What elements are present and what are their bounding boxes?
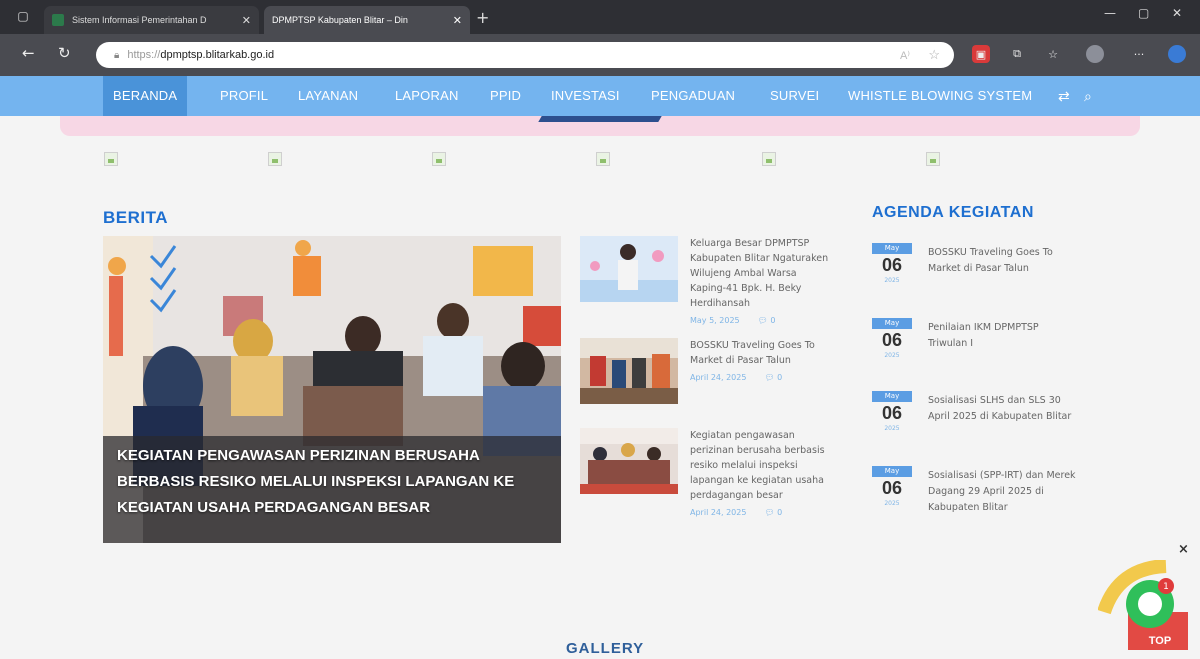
agenda-day: 06: [881, 330, 903, 350]
minimize-icon[interactable]: —: [1104, 6, 1116, 20]
tab-title: DPMPTSP Kabupaten Blitar – Din: [272, 15, 408, 25]
agenda-month: May: [872, 318, 912, 329]
nav-investasi[interactable]: INVESTASI: [551, 76, 620, 116]
read-aloud-icon[interactable]: A⁾: [900, 49, 910, 62]
window-close-icon[interactable]: ✕: [1172, 6, 1182, 20]
close-tab-icon[interactable]: ✕: [453, 14, 462, 27]
broken-image-icon: [926, 152, 940, 166]
agenda-year: 2025: [884, 277, 900, 284]
agenda-item[interactable]: May 06 2025 Sosialisasi SLHS dan SLS 30 …: [872, 391, 1082, 441]
broken-image-icon: [268, 152, 282, 166]
news-title[interactable]: BOSSKU Traveling Goes To Market di Pasar…: [690, 338, 835, 368]
agenda-item[interactable]: May 06 2025 BOSSKU Traveling Goes To Mar…: [872, 243, 1082, 293]
lock-icon: 🔒︎: [114, 49, 120, 61]
comment-icon: 💬︎: [764, 508, 778, 517]
agenda-item[interactable]: May 06 2025 Penilaian IKM DPMPTSP Triwul…: [872, 318, 1082, 368]
extensions-puzzle-icon[interactable]: ⧉: [1008, 45, 1026, 63]
news-date: May 5, 2025: [690, 316, 740, 325]
broken-image-icon: [432, 152, 446, 166]
nav-layanan[interactable]: LAYANAN: [298, 76, 358, 116]
agenda-year: 2025: [884, 500, 900, 507]
copilot-icon[interactable]: [1168, 45, 1186, 63]
agenda-month: May: [872, 243, 912, 254]
extension-icon[interactable]: ▣: [972, 45, 990, 63]
news-thumbnail[interactable]: [580, 236, 678, 302]
agenda-month: May: [872, 391, 912, 402]
search-icon[interactable]: ⌕: [1084, 76, 1092, 116]
news-comments: 0: [777, 373, 783, 382]
back-icon[interactable]: ←: [22, 44, 35, 62]
news-date: April 24, 2025: [690, 373, 747, 382]
comment-icon: 💬︎: [757, 316, 771, 325]
agenda-year: 2025: [884, 352, 900, 359]
agenda-day: 06: [881, 403, 903, 423]
tab-favicon-icon: [52, 14, 64, 26]
close-widget-icon[interactable]: ×: [1178, 542, 1189, 557]
broken-image-icon: [596, 152, 610, 166]
refresh-icon[interactable]: ↻: [58, 44, 71, 62]
browser-tab-1[interactable]: Sistem Informasi Pemerintahan D ✕: [44, 6, 259, 34]
agenda-item[interactable]: May 06 2025 Sosialisasi (SPP-IRT) dan Me…: [872, 466, 1082, 516]
agenda-title[interactable]: Penilaian IKM DPMPTSP Triwulan I: [928, 320, 1078, 352]
maximize-icon[interactable]: ▢: [1138, 6, 1149, 20]
whatsapp-badge: 1: [1163, 582, 1169, 592]
more-menu-icon[interactable]: ···: [1130, 45, 1148, 63]
news-thumbnail[interactable]: [580, 338, 678, 404]
browser-tab-bar: ▢ Sistem Informasi Pemerintahan D ✕ DPMP…: [0, 0, 1200, 34]
banner-strip: [60, 116, 1140, 136]
broken-image-icon: [762, 152, 776, 166]
shuffle-icon[interactable]: ⇄: [1058, 76, 1070, 116]
agenda-month: May: [872, 466, 912, 477]
comment-icon: 💬︎: [764, 373, 778, 382]
close-tab-icon[interactable]: ✕: [242, 14, 251, 27]
url-host: dpmptsp.blitarkab.go.id: [160, 49, 275, 61]
favorite-star-icon[interactable]: ☆: [928, 47, 940, 63]
news-comments: 0: [770, 316, 776, 325]
news-thumbnail[interactable]: [580, 428, 678, 494]
nav-laporan[interactable]: LAPORAN: [395, 76, 459, 116]
agenda-title[interactable]: Sosialisasi (SPP-IRT) dan Merek Dagang 2…: [928, 468, 1078, 516]
agenda-title[interactable]: Sosialisasi SLHS dan SLS 30 April 2025 d…: [928, 393, 1078, 425]
news-date: April 24, 2025: [690, 508, 747, 517]
window-menu-icon[interactable]: ▢: [12, 6, 34, 26]
news-title[interactable]: Kegiatan pengawasan perizinan berusaha b…: [690, 428, 835, 503]
nav-profil[interactable]: PROFIL: [220, 76, 268, 116]
address-bar-row: ← ↻ 🔒︎ https:// dpmptsp.blitarkab.go.id …: [0, 34, 1200, 76]
browser-tab-2[interactable]: DPMPTSP Kabupaten Blitar – Din ✕: [264, 6, 470, 34]
profile-avatar[interactable]: [1086, 45, 1104, 63]
banner-accent: [538, 116, 662, 122]
nav-pengaduan[interactable]: PENGADUAN: [651, 76, 735, 116]
site-navigation: BERANDA PROFIL LAYANAN LAPORAN PPID INVE…: [0, 76, 1200, 116]
back-to-top-button[interactable]: TOP: [1149, 635, 1171, 647]
whatsapp-widget[interactable]: 1 TOP: [1097, 559, 1192, 650]
favorites-icon[interactable]: ☆: [1044, 45, 1062, 63]
tab-title: Sistem Informasi Pemerintahan D: [72, 15, 207, 25]
agenda-day: 06: [881, 255, 903, 275]
featured-news[interactable]: KEGIATAN PENGAWASAN PERIZINAN BERUSAHA B…: [103, 236, 561, 543]
agenda-year: 2025: [884, 425, 900, 432]
broken-image-icon: [104, 152, 118, 166]
new-tab-icon[interactable]: +: [476, 8, 489, 27]
nav-ppid[interactable]: PPID: [490, 76, 521, 116]
news-title[interactable]: Keluarga Besar DPMPTSP Kabupaten Blitar …: [690, 236, 835, 311]
nav-survei[interactable]: SURVEI: [770, 76, 819, 116]
nav-whistle-blowing-system[interactable]: WHISTLE BLOWING SYSTEM: [848, 76, 1032, 116]
url-protocol: https://: [127, 49, 161, 61]
agenda-day: 06: [881, 478, 903, 498]
agenda-heading: AGENDA KEGIATAN: [872, 204, 1034, 221]
gallery-heading: GALLERY: [566, 640, 645, 657]
news-comments: 0: [777, 508, 783, 517]
url-input[interactable]: 🔒︎ https:// dpmptsp.blitarkab.go.id A⁾ ☆: [96, 42, 954, 68]
nav-beranda[interactable]: BERANDA: [103, 76, 188, 116]
agenda-title[interactable]: BOSSKU Traveling Goes To Market di Pasar…: [928, 245, 1078, 277]
featured-news-caption[interactable]: KEGIATAN PENGAWASAN PERIZINAN BERUSAHA B…: [117, 443, 547, 521]
berita-heading: BERITA: [103, 208, 169, 227]
